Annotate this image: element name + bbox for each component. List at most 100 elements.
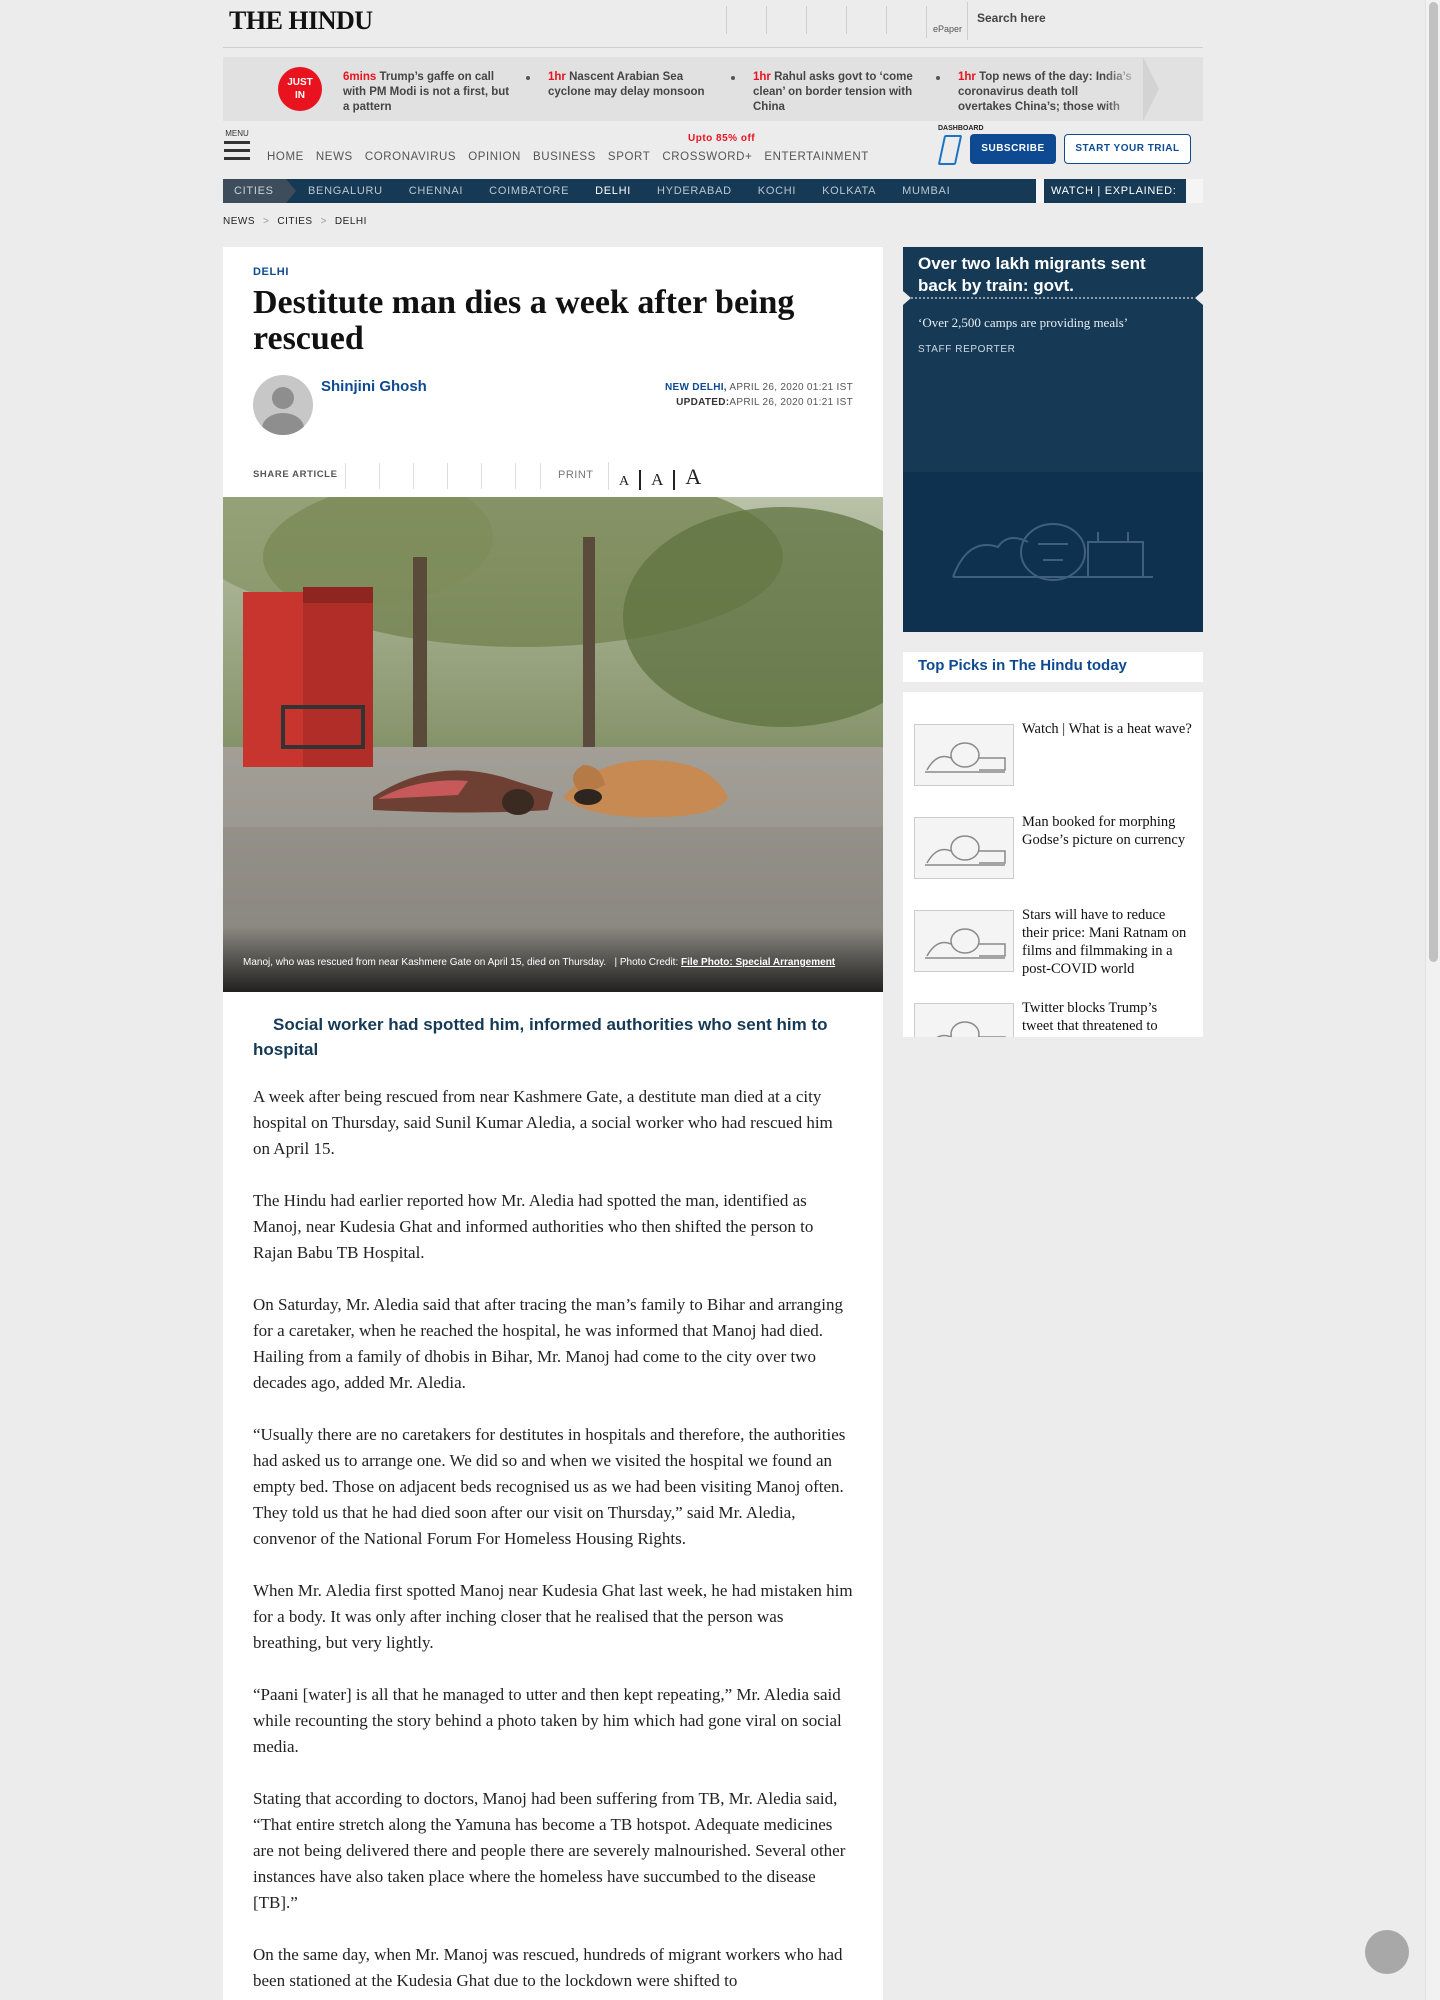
photo-credit-link[interactable]: File Photo: Special Arrangement bbox=[681, 957, 835, 968]
reddit-share-icon[interactable] bbox=[481, 463, 515, 489]
youtube-icon[interactable] bbox=[886, 6, 926, 34]
bullet bbox=[936, 76, 940, 80]
logo-text: THE HINDU bbox=[229, 6, 373, 35]
breadcrumb-news[interactable]: NEWS bbox=[223, 216, 255, 227]
search-input[interactable]: Search here bbox=[967, 2, 1203, 40]
article: DELHI Destitute man dies a week after be… bbox=[223, 247, 883, 2000]
facebook-icon[interactable] bbox=[726, 6, 766, 34]
email-share-icon[interactable] bbox=[447, 463, 481, 489]
font-large-button[interactable]: A bbox=[675, 464, 711, 490]
font-small-button[interactable]: A bbox=[609, 474, 639, 490]
nav-item-entertainment[interactable]: ENTERTAINMENT bbox=[764, 151, 869, 163]
hamburger-icon bbox=[224, 141, 250, 160]
top-picks-widget: Top Picks in The Hindu today Watch | Wha… bbox=[903, 652, 1203, 1037]
top-pick-item[interactable]: Man booked for morphing Godse’s picture … bbox=[914, 813, 1194, 883]
scroll-to-top-button[interactable] bbox=[1365, 1930, 1409, 1974]
share-label: SHARE ARTICLE bbox=[253, 469, 338, 480]
city-links: BENGALURU CHENNAI COIMBATORE DELHI HYDER… bbox=[308, 179, 976, 203]
paragraph: The Hindu had earlier reported how Mr. A… bbox=[253, 1191, 814, 1262]
top-pick-item[interactable]: Twitter blocks Trump’s tweet that threat… bbox=[914, 999, 1194, 1037]
dashboard-icon[interactable] bbox=[937, 135, 963, 165]
share-toolbar: SHARE ARTICLE PRINT A A A bbox=[253, 460, 853, 490]
city-kolkata[interactable]: KOLKATA bbox=[822, 179, 876, 203]
instagram-icon[interactable] bbox=[846, 6, 886, 34]
nav-item-business[interactable]: BUSINESS bbox=[533, 151, 596, 163]
ticker-next-arrow-icon[interactable] bbox=[1143, 57, 1159, 121]
updated-label: UPDATED: bbox=[676, 397, 730, 408]
ticker-time: 1hr bbox=[958, 71, 976, 83]
linkedin-icon[interactable] bbox=[806, 6, 846, 34]
page-scrollbar[interactable] bbox=[1425, 0, 1440, 2000]
emblem-icon bbox=[952, 523, 1153, 581]
social-links bbox=[726, 6, 926, 34]
watch-explained-link[interactable]: WATCH | EXPLAINED: bbox=[1041, 179, 1186, 203]
top-pick-item[interactable]: Stars will have to reduce their price: M… bbox=[914, 906, 1194, 977]
ticker-time: 6mins bbox=[343, 71, 377, 83]
author-name[interactable]: Shinjini Ghosh bbox=[321, 378, 427, 395]
nav-item-sport[interactable]: SPORT bbox=[608, 151, 650, 163]
font-medium-button[interactable]: A bbox=[639, 470, 676, 490]
bullet bbox=[526, 76, 530, 80]
cities-bar: CITIES BENGALURU CHENNAI COIMBATORE DELH… bbox=[223, 179, 1203, 203]
promo-subtitle: ‘Over 2,500 camps are providing meals’ bbox=[918, 315, 1129, 330]
top-pick-item[interactable]: Watch | What is a heat wave? bbox=[914, 720, 1194, 790]
ticker-text: Rahul asks govt to ‘come clean’ on borde… bbox=[753, 71, 913, 113]
print-button[interactable]: PRINT bbox=[540, 463, 594, 489]
article-photo[interactable]: Manoj, who was rescued from near Kashmer… bbox=[223, 497, 883, 992]
top-pick-headline: Watch | What is a heat wave? bbox=[1022, 721, 1192, 737]
top-pick-headline: Man booked for morphing Godse’s picture … bbox=[1022, 814, 1186, 848]
subscribe-button[interactable]: SUBSCRIBE bbox=[970, 134, 1056, 164]
twitter-share-icon[interactable] bbox=[379, 463, 413, 489]
city-hyderabad[interactable]: HYDERABAD bbox=[657, 179, 732, 203]
facebook-share-icon[interactable] bbox=[345, 463, 379, 489]
ticker-time: 1hr bbox=[753, 71, 771, 83]
nav-item-crossword[interactable]: CROSSWORD+ bbox=[662, 151, 752, 163]
caption-text: Manoj, who was rescued from near Kashmer… bbox=[243, 957, 607, 968]
paragraph: “Paani [water] is all that he managed to… bbox=[253, 1685, 842, 1756]
promo-reporter: STAFF REPORTER bbox=[918, 344, 1016, 355]
nav-item-news[interactable]: NEWS bbox=[316, 151, 353, 163]
city-kochi[interactable]: KOCHI bbox=[758, 179, 796, 203]
city-delhi[interactable]: DELHI bbox=[595, 179, 631, 203]
cities-label: CITIES bbox=[223, 179, 296, 203]
photo-caption: Manoj, who was rescued from near Kashmer… bbox=[243, 957, 863, 969]
main-nav: MENU Upto 85% off HOME NEWS CORONAVIRUS … bbox=[223, 121, 1203, 175]
nav-item-opinion[interactable]: OPINION bbox=[468, 151, 521, 163]
ticker-item[interactable]: 1hr Nascent Arabian Sea cyclone may dela… bbox=[526, 70, 723, 100]
breadcrumb-delhi[interactable]: DELHI bbox=[335, 216, 367, 227]
city-bengaluru[interactable]: BENGALURU bbox=[308, 179, 383, 203]
nav-item-home[interactable]: HOME bbox=[267, 151, 304, 163]
article-kicker[interactable]: DELHI bbox=[253, 266, 289, 278]
breadcrumb-cities[interactable]: CITIES bbox=[277, 216, 312, 227]
city-coimbatore[interactable]: COIMBATORE bbox=[489, 179, 569, 203]
city-chennai[interactable]: CHENNAI bbox=[409, 179, 463, 203]
photo-credit-label: | Photo Credit: bbox=[614, 957, 679, 968]
ticker-text: Nascent Arabian Sea cyclone may delay mo… bbox=[548, 71, 705, 98]
ticker-item[interactable]: 1hr Rahul asks govt to ‘come clean’ on b… bbox=[731, 70, 928, 115]
sidebar-promo-story[interactable]: Over two lakh migrants sent back by trai… bbox=[903, 247, 1203, 632]
paragraph: On the same day, when Mr. Manoj was resc… bbox=[253, 1945, 843, 1990]
menu-label: MENU bbox=[225, 129, 249, 138]
scrollbar-thumb[interactable] bbox=[1429, 2, 1438, 962]
watch-label: WATCH bbox=[1051, 185, 1094, 197]
ticker-item[interactable]: 6mins Trump’s gaffe on call with PM Modi… bbox=[343, 70, 518, 115]
nav-items: HOME NEWS CORONAVIRUS OPINION BUSINESS S… bbox=[267, 151, 881, 163]
emblem-thumbnail-icon bbox=[914, 817, 1014, 879]
linkedin-share-icon[interactable] bbox=[413, 463, 447, 489]
share-icons bbox=[345, 463, 549, 489]
crossword-offer-badge: Upto 85% off bbox=[688, 133, 756, 144]
article-headline: Destitute man dies a week after being re… bbox=[253, 284, 795, 357]
promo-image bbox=[903, 472, 1203, 632]
start-trial-button[interactable]: START YOUR TRIAL bbox=[1064, 134, 1191, 164]
breadcrumb: NEWS > CITIES > DELHI bbox=[223, 216, 367, 227]
twitter-icon[interactable] bbox=[766, 6, 806, 34]
font-size-controls: A A A bbox=[608, 462, 711, 490]
city-mumbai[interactable]: MUMBAI bbox=[902, 179, 950, 203]
site-logo[interactable]: THE HINDU bbox=[229, 6, 373, 36]
nav-item-coronavirus[interactable]: CORONAVIRUS bbox=[365, 151, 456, 163]
paragraph: Stating that according to doctors, Manoj… bbox=[253, 1789, 846, 1912]
menu-button[interactable]: MENU bbox=[224, 129, 250, 160]
paragraph: When Mr. Aledia first spotted Manoj near… bbox=[253, 1581, 853, 1652]
epaper-link[interactable]: ePaper bbox=[926, 6, 962, 38]
page-header: THE HINDU ePaper Search here JUST IN 6min… bbox=[223, 0, 1203, 227]
